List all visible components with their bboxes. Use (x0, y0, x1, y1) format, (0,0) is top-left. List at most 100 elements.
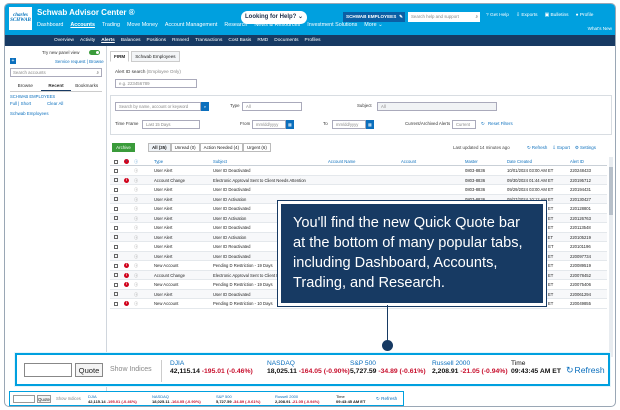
index-name[interactable]: DJIA (170, 360, 253, 367)
refresh-link[interactable]: ↻ Refresh (527, 145, 547, 151)
row-checkbox[interactable] (114, 168, 118, 173)
table-row[interactable]: ⓘ User AlertUser ID Deactivated 0803-8836 0… (110, 185, 607, 195)
reset-filters-link[interactable]: Reset Filters (488, 121, 513, 126)
table-row[interactable]: ⓘ Account Change Electronic Approval Sent … (110, 175, 607, 185)
clear-all-link[interactable]: Clear All (47, 101, 63, 106)
row-type[interactable]: Account Change (154, 273, 212, 278)
row-type[interactable]: User Alert (154, 168, 212, 173)
nav-account-management[interactable]: Account Management (165, 22, 217, 28)
nav-investment-solutions[interactable]: Investment Solutions (307, 22, 357, 28)
to-date-input[interactable]: mm/dd/yyyy (332, 120, 366, 129)
subnav-activity[interactable]: Activity (80, 38, 95, 43)
col-type[interactable]: Type (154, 159, 212, 164)
help-button[interactable]: Looking for Help? ⌄ (241, 11, 307, 24)
row-type[interactable]: User Alert (154, 225, 212, 230)
exports-link[interactable]: ⇩ Exports (516, 13, 538, 18)
row-checkbox[interactable] (114, 244, 118, 249)
row-checkbox[interactable] (114, 225, 118, 230)
table-scrollbar[interactable] (609, 157, 613, 357)
row-checkbox[interactable] (114, 235, 118, 239)
row-type[interactable]: New Account (154, 282, 212, 287)
tab-bookmarks[interactable]: Bookmarks (71, 81, 102, 91)
subnav-overview[interactable]: Overview (54, 38, 74, 43)
from-date-input[interactable]: mm/dd/yyyy (252, 120, 286, 129)
export-link[interactable]: ⇩ Export (552, 145, 570, 151)
select-all-checkbox[interactable] (114, 159, 118, 164)
table-row[interactable]: ⓘ User Alert User ID Deactivated 0803-8836 1… (110, 166, 607, 176)
calendar-icon[interactable]: ▦ (286, 120, 294, 129)
col-alert-id[interactable]: Alert ID (570, 159, 606, 164)
quote-button[interactable]: Quote (75, 363, 103, 377)
archive-button[interactable]: Archive (112, 143, 135, 152)
subnav-alerts[interactable]: Alerts (101, 38, 115, 43)
col-master[interactable]: Master (465, 159, 503, 164)
subnav-cost-basis[interactable]: Cost Basis (228, 38, 251, 43)
row-checkbox[interactable] (114, 254, 118, 258)
row-type[interactable]: User Alert (154, 235, 212, 240)
tab-firm[interactable]: FIRM (110, 51, 130, 62)
row-subject[interactable]: User ID Deactivated (213, 168, 323, 173)
quote-button[interactable]: Quote (37, 395, 51, 403)
show-indices-link[interactable]: Show Indices (110, 366, 152, 373)
subject-select[interactable]: All (377, 102, 497, 111)
row-checkbox[interactable] (114, 301, 118, 306)
row-subject[interactable]: User ID Deactivated (213, 187, 323, 192)
nav-more[interactable]: More ⌄ (364, 22, 382, 28)
index-name[interactable]: S&P 500 (350, 360, 426, 367)
row-type[interactable]: Account Change (154, 178, 212, 183)
status-tab-urgent[interactable]: Urgent (6) (243, 143, 271, 152)
quote-symbol-input[interactable] (13, 395, 35, 403)
bulletins-link[interactable]: ▣ Bulletins (545, 13, 569, 18)
col-account[interactable]: Account (401, 159, 461, 164)
index-name[interactable]: NASDAQ (267, 360, 350, 367)
row-checkbox[interactable] (114, 282, 118, 287)
add-icon[interactable]: + (10, 58, 16, 64)
quote-symbol-input[interactable] (24, 363, 72, 377)
row-type[interactable]: New Account (154, 301, 212, 306)
settings-link[interactable]: ⚙ Settings (575, 145, 596, 151)
employees-select[interactable]: SCHWAB EMPLOYEES ✎ (343, 12, 405, 22)
row-checkbox[interactable] (114, 197, 118, 201)
subnav-rmnerd[interactable]: Rmnerd (172, 38, 189, 43)
tab-browse[interactable]: Browse (10, 81, 41, 91)
row-type[interactable]: User Alert (154, 197, 212, 202)
subnav-balances[interactable]: Balances (121, 38, 141, 43)
nav-move-money[interactable]: Move Money (127, 22, 158, 28)
col-date-created[interactable]: Date Created (507, 159, 559, 164)
subnav-profiles[interactable]: Profiles (305, 38, 321, 43)
subnav-transactions[interactable]: Transactions (195, 38, 222, 43)
row-type[interactable]: User Alert (154, 187, 212, 192)
status-tab-action-needed[interactable]: Action Needed (4) (199, 143, 244, 152)
col-account-name[interactable]: Account Name (328, 159, 396, 164)
subnav-documents[interactable]: Documents (274, 38, 298, 43)
tab-recent[interactable]: Recent (40, 81, 72, 91)
row-checkbox[interactable] (114, 178, 118, 182)
service-request-link[interactable]: Service request | Browse (55, 59, 104, 64)
get-help-link[interactable]: ? Get Help (486, 13, 509, 18)
status-tab-unread[interactable]: Unread (0) (170, 143, 200, 152)
col-subject[interactable]: Subject (213, 159, 323, 164)
row-type[interactable]: New Account (154, 263, 212, 268)
scrollbar-thumb[interactable] (609, 167, 613, 215)
nav-accounts[interactable]: Accounts (70, 22, 95, 28)
row-checkbox[interactable] (114, 187, 118, 192)
row-checkbox[interactable] (114, 216, 118, 220)
quote-refresh-button[interactable]: ↻Refresh (566, 365, 605, 376)
whats-new-link[interactable]: What's New (588, 26, 612, 31)
row-checkbox[interactable] (114, 273, 118, 277)
index-name[interactable]: Russell 2000 (432, 360, 508, 367)
calendar-icon[interactable]: ▦ (366, 120, 374, 129)
type-select[interactable]: All (242, 102, 302, 111)
current-archived-select[interactable]: Current (452, 120, 476, 129)
sidebar-item-schwab-employees[interactable]: Schwab Employees (10, 111, 49, 116)
alert-id-input[interactable]: e.g. 223456789 (115, 79, 197, 88)
nav-dashboard[interactable]: Dashboard (37, 22, 63, 28)
row-type[interactable]: User Alert (154, 206, 212, 211)
search-icon[interactable]: ⌕ (201, 102, 209, 111)
row-checkbox[interactable] (114, 206, 118, 211)
new-panel-toggle[interactable] (89, 50, 100, 55)
schwab-logo[interactable]: charles SCHWAB (9, 7, 32, 30)
subnav-rmd[interactable]: RMD (257, 38, 268, 43)
row-checkbox[interactable] (114, 263, 118, 268)
help-search-input[interactable]: Search help and support ⌕ (408, 12, 480, 22)
